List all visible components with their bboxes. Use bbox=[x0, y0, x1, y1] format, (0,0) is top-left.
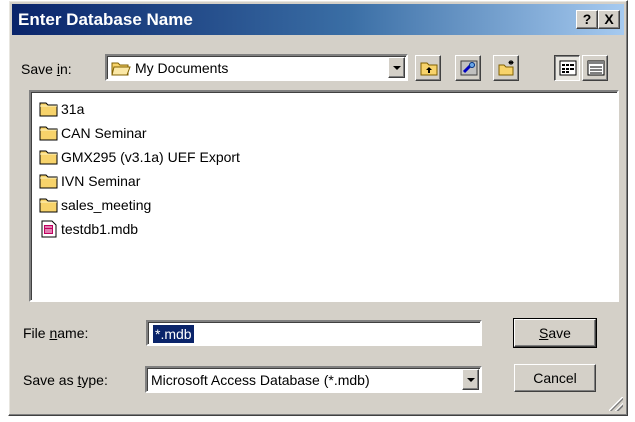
list-item[interactable]: 31a bbox=[39, 98, 84, 120]
save-in-dropdown[interactable]: My Documents bbox=[105, 54, 408, 81]
list-item[interactable]: testdb1.mdb bbox=[39, 218, 138, 240]
new-folder-icon bbox=[498, 60, 514, 76]
save-as-type-dropdown-arrow[interactable] bbox=[462, 369, 479, 390]
folder-icon bbox=[39, 150, 58, 165]
search-web-icon bbox=[460, 60, 478, 76]
save-as-type-label: Save as type: bbox=[23, 372, 108, 388]
search-web-button[interactable] bbox=[455, 55, 481, 81]
list-item[interactable]: GMX295 (v3.1a) UEF Export bbox=[39, 146, 240, 168]
cancel-button[interactable]: Cancel bbox=[514, 364, 596, 392]
file-name-input[interactable]: *.mdb bbox=[146, 320, 482, 346]
up-one-level-button[interactable] bbox=[415, 55, 441, 81]
help-button[interactable]: ? bbox=[576, 10, 598, 29]
save-as-type-value: Microsoft Access Database (*.mdb) bbox=[151, 372, 370, 388]
title-bar[interactable]: Enter Database Name ? X bbox=[12, 4, 624, 35]
list-item[interactable]: sales_meeting bbox=[39, 194, 151, 216]
dialog-title: Enter Database Name bbox=[18, 10, 193, 29]
details-view-icon bbox=[587, 60, 605, 76]
up-folder-icon bbox=[420, 62, 438, 76]
save-in-label: Save in: bbox=[21, 61, 72, 77]
folder-icon bbox=[39, 126, 58, 141]
folder-icon bbox=[39, 198, 58, 213]
file-name-value: *.mdb bbox=[152, 324, 195, 344]
folder-icon bbox=[39, 174, 58, 189]
list-item[interactable]: CAN Seminar bbox=[39, 122, 147, 144]
save-in-dropdown-arrow[interactable] bbox=[388, 57, 405, 78]
database-file-icon bbox=[41, 220, 57, 238]
save-as-type-dropdown[interactable]: Microsoft Access Database (*.mdb) bbox=[145, 366, 482, 393]
save-button[interactable]: Save bbox=[513, 318, 597, 348]
list-view-button[interactable] bbox=[554, 55, 580, 81]
create-new-folder-button[interactable] bbox=[493, 55, 519, 81]
file-list[interactable]: 31a CAN Seminar GMX295 (v3.1a) UEF Expor… bbox=[29, 90, 619, 302]
folder-icon bbox=[39, 102, 58, 117]
save-dialog: Enter Database Name ? X Save in: My Docu… bbox=[8, 0, 628, 416]
close-button[interactable]: X bbox=[598, 10, 620, 29]
file-name-label: File name: bbox=[23, 325, 89, 341]
details-view-button[interactable] bbox=[582, 55, 608, 81]
list-view-icon bbox=[559, 60, 577, 76]
list-item[interactable]: IVN Seminar bbox=[39, 170, 140, 192]
open-folder-icon bbox=[111, 62, 131, 76]
resize-grip[interactable] bbox=[609, 397, 623, 411]
save-in-value: My Documents bbox=[135, 60, 229, 76]
